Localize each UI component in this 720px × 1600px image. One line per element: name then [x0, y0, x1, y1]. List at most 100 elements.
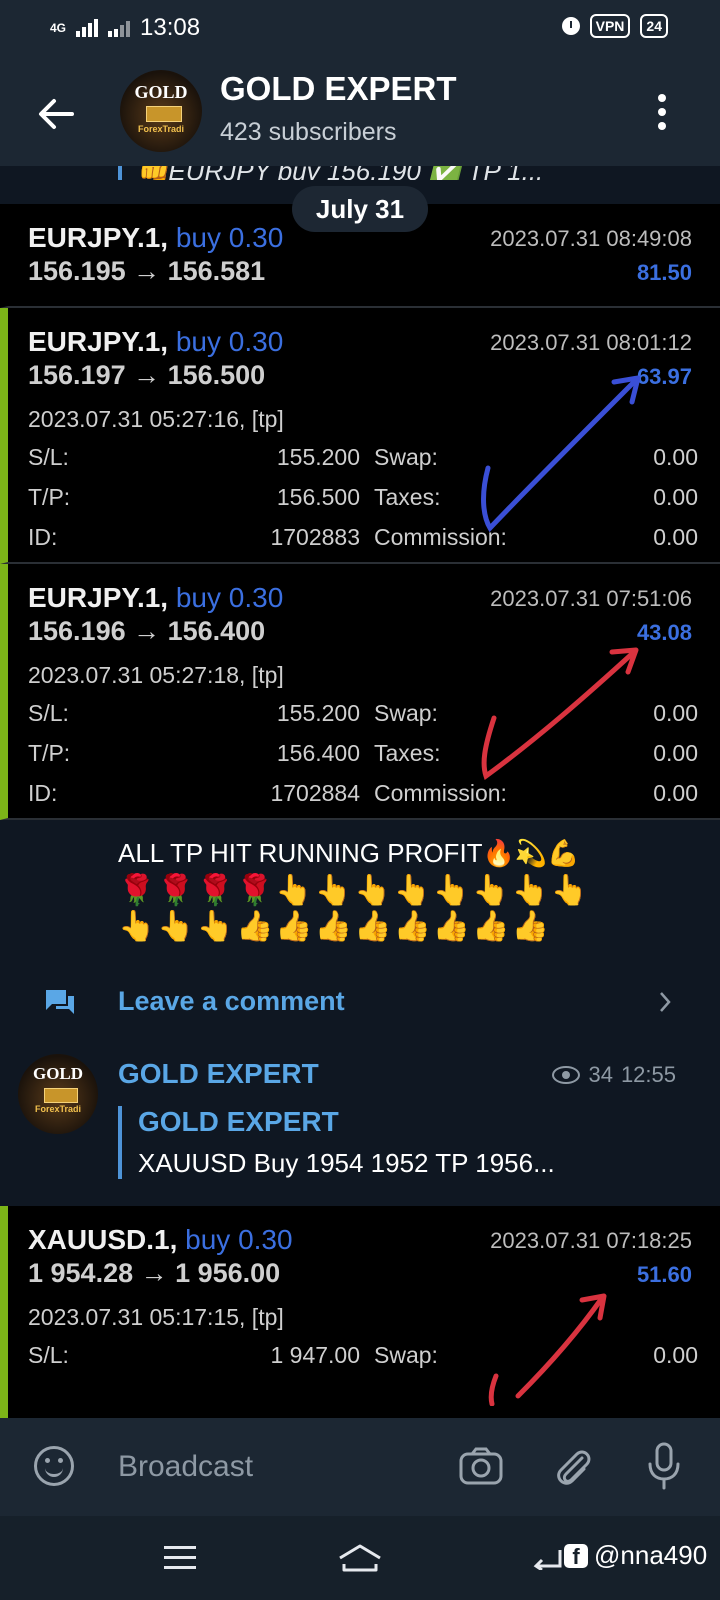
emoji-icon[interactable]	[34, 1446, 74, 1486]
tp-label: T/P:	[28, 484, 71, 510]
watermark: f @nna490	[564, 1540, 707, 1571]
trade-screenshot[interactable]: XAUUSD.1, buy 0.30 1 954.28 → 1 956.00 2…	[0, 1206, 720, 1418]
trade-prices: 1 954.28 → 1 956.00	[28, 1258, 281, 1288]
sl-label: S/L:	[28, 700, 69, 726]
trade-time: 2023.07.31 08:49:08	[490, 226, 692, 251]
swap-value: 0.00	[653, 444, 698, 470]
trade-profit: 51.60	[636, 1262, 692, 1287]
gold-bar-icon	[44, 1088, 78, 1103]
trade-row: EURJPY.1, buy 0.30 156.197 → 156.500 202…	[0, 308, 720, 564]
swap-value: 0.00	[653, 700, 698, 726]
swap-label: Swap:	[374, 700, 438, 726]
swap-label: Swap:	[374, 444, 438, 470]
red-arrow-icon	[488, 1293, 607, 1406]
message-text: ALL TP HIT RUNNING PROFIT🔥💫💪	[118, 838, 580, 868]
swap-label: Swap:	[374, 1342, 438, 1368]
network-label: 4G	[50, 21, 67, 35]
status-bar: 4G 13:08 VPN 24	[0, 0, 720, 56]
system-nav-bar: f @nna490	[0, 1516, 720, 1600]
camera-icon[interactable]	[458, 1446, 504, 1486]
trade-direction: buy 0.30	[185, 1224, 293, 1255]
trade-direction: buy 0.30	[175, 582, 284, 613]
taxes-label: Taxes:	[374, 484, 441, 510]
signal-icon	[76, 19, 99, 37]
avatar-logo-sub: ForexTradi	[137, 124, 184, 134]
trade-prices: 156.197 → 156.500	[28, 360, 266, 390]
trade-time: 2023.07.31 07:51:06	[490, 586, 692, 611]
watermark-handle: @nna490	[594, 1540, 708, 1570]
signal-2-icon	[108, 19, 131, 37]
tp-label: T/P:	[28, 740, 71, 766]
red-arrow-icon	[481, 647, 639, 781]
clock: 13:08	[140, 14, 201, 41]
leave-comment-button[interactable]: Leave a comment	[0, 968, 720, 1038]
more-options-icon[interactable]	[658, 94, 668, 130]
recent-apps-icon[interactable]	[164, 1546, 196, 1570]
post-author[interactable]: GOLD EXPERT	[118, 1058, 319, 1090]
chat-header: GOLD ForexTradi GOLD EXPERT 423 subscrib…	[0, 56, 720, 166]
trade-row: EURJPY.1, buy 0.30 156.196 → 156.400 202…	[0, 564, 720, 820]
sl-value: 155.200	[276, 700, 360, 726]
trade-symbol: XAUUSD.1,	[28, 1224, 178, 1255]
views-icon	[552, 1066, 581, 1084]
trade-time: 2023.07.31 07:18:25	[490, 1228, 692, 1253]
trade-open-time: 2023.07.31 05:17:15, [tp]	[28, 1304, 284, 1330]
leave-comment-label: Leave a comment	[118, 986, 345, 1016]
trade-open-time: 2023.07.31 05:27:18, [tp]	[28, 662, 284, 688]
trade-symbol: EURJPY.1,	[28, 582, 169, 613]
chevron-right-icon	[660, 992, 671, 1012]
reply-author: GOLD EXPERT	[138, 1106, 339, 1137]
reply-text: XAUUSD Buy 1954 1952 TP 1956...	[138, 1148, 555, 1178]
sl-label: S/L:	[28, 444, 69, 470]
taxes-value: 0.00	[653, 484, 698, 510]
sl-value: 1 947.00	[270, 1342, 360, 1368]
message-input-bar: Broadcast	[0, 1418, 720, 1516]
taxes-value: 0.00	[653, 740, 698, 766]
trade-symbol: EURJPY.1,	[28, 326, 169, 357]
sl-value: 155.200	[276, 444, 360, 470]
trade-prices: 156.195 → 156.581	[28, 256, 266, 286]
trade-prices: 156.196 → 156.400	[28, 616, 266, 646]
facebook-icon: f	[564, 1543, 588, 1569]
post-avatar[interactable]: GOLD ForexTradi	[18, 1054, 98, 1134]
post-time: 12:55	[620, 1062, 676, 1087]
post-avatar-logo-sub: ForexTradi	[34, 1104, 81, 1114]
tp-value: 156.500	[276, 484, 360, 510]
nav-back-icon[interactable]	[532, 1546, 562, 1570]
post-avatar-logo-text: GOLD	[32, 1064, 84, 1083]
avatar-logo-text: GOLD	[134, 82, 188, 102]
channel-avatar[interactable]: GOLD ForexTradi	[120, 70, 202, 152]
gold-bar-icon	[146, 106, 182, 122]
broadcast-input[interactable]: Broadcast	[118, 1450, 253, 1484]
comment-icon	[46, 990, 74, 1014]
trade-time: 2023.07.31 08:01:12	[490, 330, 692, 355]
microphone-icon[interactable]	[646, 1442, 682, 1490]
vpn-badge: VPN	[589, 14, 631, 38]
swap-value: 0.00	[653, 1342, 698, 1368]
alarm-icon	[561, 17, 580, 35]
trade-screenshot[interactable]: EURJPY.1, buy 0.30 156.195 → 156.581 202…	[0, 204, 720, 820]
back-arrow-icon[interactable]	[36, 94, 76, 134]
trade-open-time: 2023.07.31 05:27:16, [tp]	[28, 406, 284, 432]
chat-area[interactable]: 👊EURJPY buy 156.190 ✅ TP 1... July 31 EU…	[0, 166, 720, 1418]
reply-quote[interactable]: GOLD EXPERT XAUUSD Buy 1954 1952 TP 1956…	[118, 1106, 658, 1179]
commission-value: 0.00	[653, 780, 698, 806]
subscriber-count: 423 subscribers	[220, 118, 397, 146]
battery-icon: 24	[640, 14, 668, 38]
emoji-line: 🌹🌹🌹🌹👆👆👆👆👆👆👆👆	[118, 874, 591, 907]
blue-arrow-icon	[481, 375, 641, 533]
trade-profit: 81.50	[636, 260, 692, 285]
channel-title[interactable]: GOLD EXPERT	[220, 70, 457, 108]
id-label: ID:	[28, 524, 58, 550]
reply-preview[interactable]: 👊EURJPY buy 156.190 ✅ TP 1...	[118, 166, 656, 180]
id-value: 1702883	[270, 524, 360, 550]
tp-value: 156.400	[276, 740, 360, 766]
trade-direction: buy 0.30	[175, 222, 284, 253]
trade-direction: buy 0.30	[175, 326, 284, 357]
commission-value: 0.00	[653, 524, 698, 550]
date-separator: July 31	[292, 186, 428, 232]
home-icon[interactable]	[336, 1542, 384, 1574]
view-count: 34	[588, 1062, 613, 1087]
attach-icon[interactable]	[552, 1444, 592, 1488]
trade-symbol: EURJPY.1,	[28, 222, 169, 253]
